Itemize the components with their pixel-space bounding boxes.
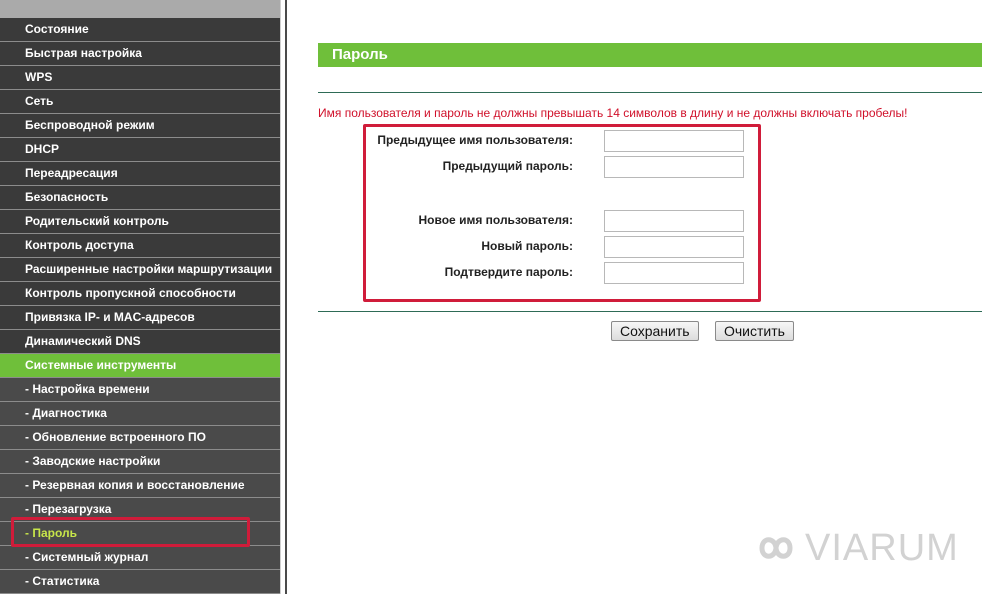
sidebar-item[interactable]: Сеть	[0, 90, 280, 114]
sidebar-item[interactable]: Контроль пропускной способности	[0, 282, 280, 306]
infinity-logo-icon	[759, 537, 793, 559]
watermark: VIARUM	[748, 526, 959, 569]
main-content: Пароль Имя пользователя и пароль не долж…	[318, 0, 983, 594]
sidebar-item[interactable]: - Обновление встроенного ПО	[0, 426, 280, 450]
sidebar-item[interactable]: - Настройка времени	[0, 378, 280, 402]
sidebar-divider	[280, 0, 287, 594]
sidebar-item[interactable]: Переадресация	[0, 162, 280, 186]
sidebar-item[interactable]: - Статистика	[0, 570, 280, 594]
sidebar-item[interactable]: - Системный журнал	[0, 546, 280, 570]
sidebar-item[interactable]: Расширенные настройки маршрутизации	[0, 258, 280, 282]
sidebar-item[interactable]: Привязка IP- и MAC-адресов	[0, 306, 280, 330]
sidebar-item[interactable]: DHCP	[0, 138, 280, 162]
sidebar-item[interactable]: Контроль доступа	[0, 234, 280, 258]
sidebar-item[interactable]: Динамический DNS	[0, 330, 280, 354]
save-button[interactable]: Сохранить	[611, 321, 699, 341]
sidebar-item[interactable]: Быстрая настройка	[0, 42, 280, 66]
sidebar-item[interactable]: - Резервная копия и восстановление	[0, 474, 280, 498]
sidebar-item[interactable]: Состояние	[0, 18, 280, 42]
sidebar: Состояние Быстрая настройка WPS Сеть Беспров…	[0, 0, 280, 594]
sidebar-item[interactable]: Системные инструменты	[0, 354, 280, 378]
form-highlight-frame	[363, 124, 761, 302]
sidebar-item[interactable]: WPS	[0, 66, 280, 90]
page-title: Пароль	[318, 43, 982, 67]
sidebar-item[interactable]: - Заводские настройки	[0, 450, 280, 474]
sidebar-item[interactable]: - Диагностика	[0, 402, 280, 426]
clear-button[interactable]: Очистить	[715, 321, 794, 341]
sidebar-item[interactable]: Безопасность	[0, 186, 280, 210]
top-divider	[318, 92, 982, 93]
bottom-divider	[318, 311, 982, 312]
sidebar-top-bar	[0, 0, 280, 18]
sidebar-item[interactable]: Родительский контроль	[0, 210, 280, 234]
warning-message: Имя пользователя и пароль не должны прев…	[318, 106, 908, 120]
watermark-text: VIARUM	[805, 526, 959, 569]
sidebar-menu: Состояние Быстрая настройка WPS Сеть Беспров…	[0, 18, 280, 594]
sidebar-item[interactable]: Беспроводной режим	[0, 114, 280, 138]
sidebar-highlight-frame	[11, 517, 250, 547]
